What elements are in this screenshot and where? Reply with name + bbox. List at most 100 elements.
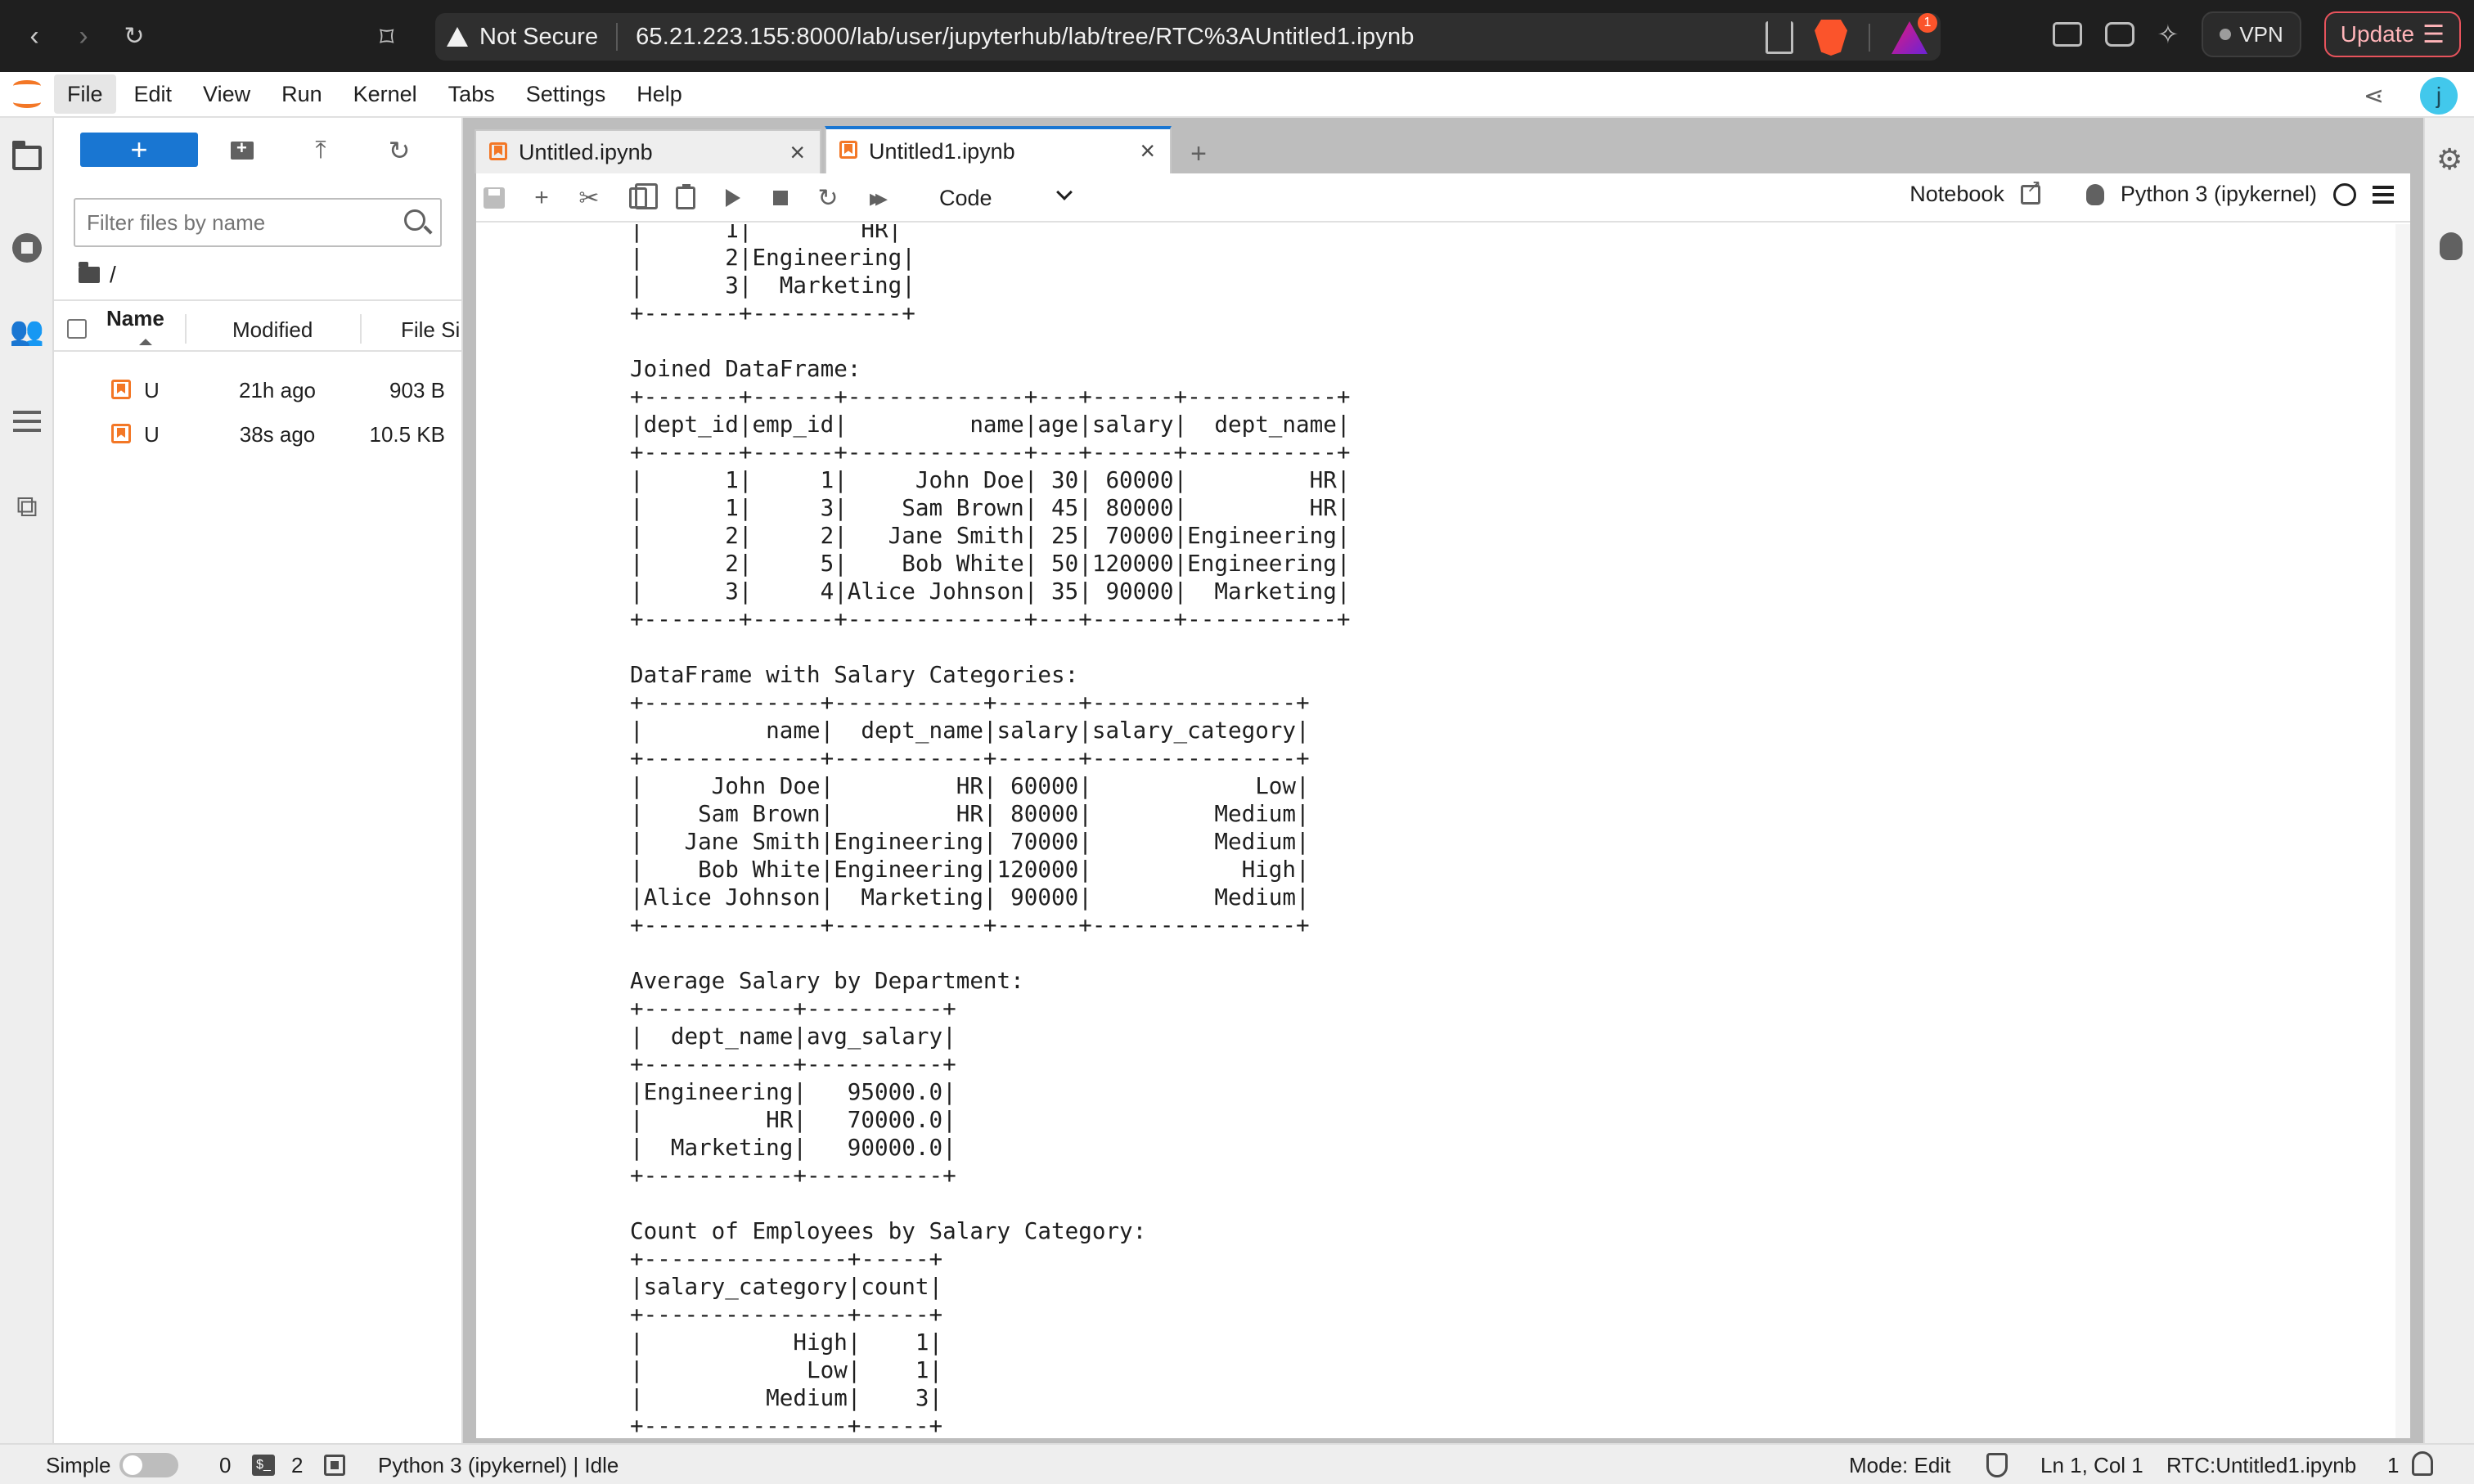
status-bar: Simple 0 $_ 2 Python 3 (ipykernel) | Idl… (0, 1443, 2474, 1484)
file-name: U (144, 378, 160, 402)
new-folder-icon (231, 137, 254, 160)
cell-output-area[interactable]: | 1| HR| | 2|Engineering| | 3| Marketing… (476, 224, 2410, 1438)
column-header-modified[interactable]: Modified (232, 317, 313, 343)
simple-mode-label: Simple (46, 1453, 111, 1477)
notebook-icon (111, 424, 131, 443)
refresh-button[interactable]: ↻ (385, 136, 414, 165)
notification-count[interactable]: 1 (2387, 1453, 2399, 1478)
column-divider (185, 314, 187, 344)
close-icon[interactable]: × (1140, 136, 1155, 166)
tab-untitled[interactable]: Untitled.ipynb × (475, 129, 821, 173)
notebook-view-label[interactable]: Notebook (1909, 182, 2004, 207)
file-browser-tab[interactable] (11, 141, 43, 173)
cell-type-select[interactable]: Code (939, 182, 1073, 214)
menu-help[interactable]: Help (623, 74, 695, 114)
user-avatar[interactable]: j (2420, 77, 2458, 115)
wallet-icon[interactable] (2104, 22, 2134, 47)
breadcrumb[interactable]: / (79, 262, 116, 288)
kernel-status[interactable]: Python 3 (ipykernel) | Idle (378, 1453, 618, 1478)
notebook-icon (489, 142, 507, 160)
terminal-count[interactable]: 0 (219, 1453, 231, 1478)
kernel-name[interactable]: Python 3 (ipykernel) (2121, 182, 2317, 207)
restart-kernel-button[interactable]: ↻ (813, 183, 843, 213)
paste-icon (676, 184, 695, 209)
debugger-icon[interactable] (2440, 232, 2463, 260)
insert-cell-button[interactable]: + (527, 183, 556, 213)
share-icon[interactable] (1766, 21, 1793, 54)
share-icon[interactable]: ⋖ (2364, 82, 2384, 110)
browser-toolbar: ‹ › ↻ ⌑ Not Secure 65.21.223.155:8000/la… (0, 0, 2474, 72)
kernel-icon[interactable] (324, 1455, 345, 1476)
column-header-name[interactable]: Name (106, 306, 164, 331)
sort-ascending-icon (139, 339, 152, 345)
notebook-icon (839, 141, 857, 159)
security-indicator[interactable]: Not Secure (435, 24, 598, 51)
back-icon[interactable]: ‹ (11, 13, 57, 59)
file-list-item[interactable]: U 21h ago 903 B (54, 368, 461, 412)
brave-rewards-button[interactable]: 1 (1891, 13, 1937, 54)
hamburger-icon: ☰ (2422, 20, 2445, 48)
new-tab-button[interactable]: + (1178, 134, 1219, 173)
new-folder-button[interactable] (227, 136, 257, 165)
debugger-icon[interactable] (2085, 183, 2104, 205)
tab-untitled1[interactable]: Untitled1.ipynb × (825, 126, 1172, 173)
breadcrumb-root[interactable]: / (110, 262, 116, 288)
file-list-item[interactable]: U 38s ago 10.5 KB (54, 412, 461, 456)
run-button[interactable] (718, 183, 748, 213)
file-browser-panel: + ⤒ ↻ / Name Modified File Si U 21h ago … (54, 118, 463, 1443)
restart-run-all-button[interactable]: ▸▸ (861, 183, 890, 213)
address-bar[interactable]: ⌑ Not Secure 65.21.223.155:8000/lab/user… (380, 13, 1941, 61)
menu-edit[interactable]: Edit (121, 74, 186, 114)
extension-manager-tab[interactable]: ⧉ (11, 489, 43, 523)
left-activity-bar: 👥 ⧉ (0, 118, 54, 1443)
copy-button[interactable] (623, 183, 658, 213)
cut-button[interactable]: ✂ (574, 183, 604, 213)
forward-icon[interactable]: › (61, 13, 106, 59)
external-link-icon[interactable] (2020, 176, 2041, 205)
folder-icon (12, 141, 42, 170)
refresh-icon: ↻ (388, 136, 411, 165)
vpn-button[interactable]: VPN (2202, 11, 2301, 57)
simple-mode-toggle[interactable] (119, 1453, 178, 1477)
select-all-checkbox[interactable] (67, 319, 87, 339)
bell-icon[interactable] (2412, 1451, 2433, 1476)
menu-run[interactable]: Run (268, 74, 335, 114)
property-inspector-icon[interactable]: ⚙ (2436, 142, 2463, 177)
terminal-icon[interactable]: $_ (252, 1455, 275, 1476)
url-text[interactable]: 65.21.223.155:8000/lab/user/jupyterhub/l… (636, 24, 1415, 51)
table-of-contents-tab[interactable] (11, 406, 43, 437)
bookmark-icon[interactable]: ⌑ (380, 21, 394, 54)
file-size: 10.5 KB (369, 422, 445, 447)
upload-button[interactable]: ⤒ (306, 136, 335, 165)
reload-icon[interactable]: ↻ (111, 13, 157, 59)
stop-icon (773, 191, 788, 205)
brave-shields-icon[interactable] (1815, 20, 1847, 56)
update-button[interactable]: Update ☰ (2323, 11, 2461, 57)
menu-kernel[interactable]: Kernel (340, 74, 430, 114)
save-button[interactable] (479, 183, 509, 213)
menu-icon[interactable] (2373, 185, 2394, 204)
file-modified: 38s ago (239, 422, 316, 447)
paste-button[interactable] (671, 183, 700, 213)
trusted-shield-icon[interactable] (1986, 1453, 2008, 1477)
new-launcher-button[interactable]: + (80, 133, 198, 167)
users-icon: 👥 (9, 316, 45, 347)
cursor-position[interactable]: Ln 1, Col 1 (2040, 1453, 2143, 1478)
menu-tabs[interactable]: Tabs (435, 74, 508, 114)
filter-files-input[interactable] (87, 209, 389, 236)
vertical-scrollbar[interactable] (2395, 224, 2410, 1438)
menu-file[interactable]: File (54, 74, 116, 114)
menu-settings[interactable]: Settings (513, 74, 619, 114)
collaboration-tab[interactable]: 👥 (9, 316, 45, 347)
security-label: Not Secure (479, 23, 599, 50)
menu-view[interactable]: View (190, 74, 263, 114)
kernel-count[interactable]: 2 (291, 1453, 303, 1478)
running-sessions-tab[interactable] (11, 232, 43, 263)
filter-files-field[interactable] (74, 198, 442, 247)
copy-icon (629, 183, 658, 209)
close-icon[interactable]: × (789, 137, 805, 168)
sidebar-toggle-icon[interactable] (2052, 22, 2082, 47)
interrupt-button[interactable] (766, 183, 795, 213)
leo-ai-icon[interactable]: ✧ (2157, 19, 2179, 50)
column-header-size[interactable]: File Si (401, 317, 460, 343)
